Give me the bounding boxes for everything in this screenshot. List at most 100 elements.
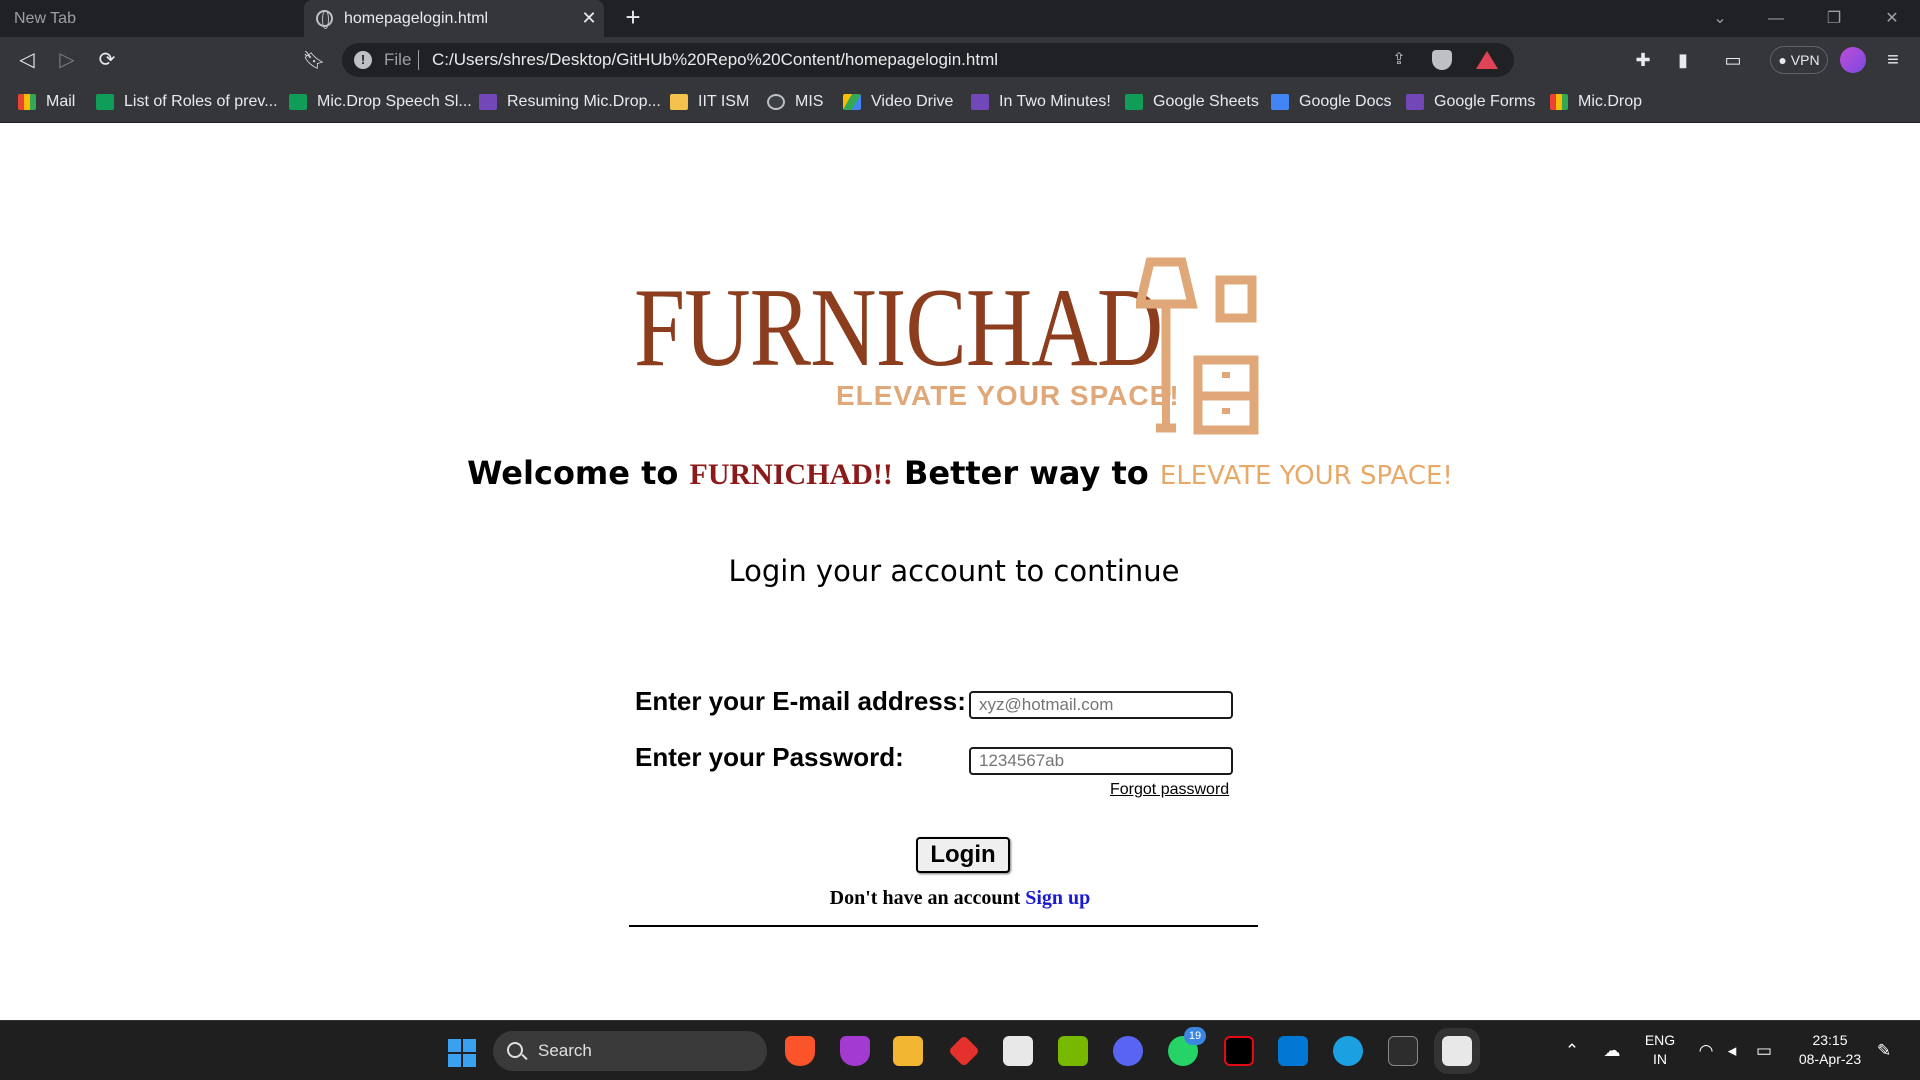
bookmark-micdrop[interactable]: Mic.Drop: [1550, 83, 1642, 121]
brave-beta-icon[interactable]: [840, 1036, 870, 1066]
bookmark-micdrop-speech[interactable]: Mic.Drop Speech Sl...: [289, 83, 472, 121]
battery-icon[interactable]: ▭: [1752, 1039, 1776, 1063]
bookmark-in-two-minutes[interactable]: In Two Minutes!: [971, 83, 1111, 121]
microsoft-store-icon[interactable]: [1003, 1036, 1033, 1066]
nvidia-icon[interactable]: [1058, 1036, 1088, 1066]
bookmark-label: Mic.Drop: [1578, 93, 1643, 110]
gmail-icon: [1550, 94, 1568, 110]
new-tab-button[interactable]: +: [620, 0, 646, 37]
profile-avatar[interactable]: [1840, 47, 1866, 73]
bookmark-label: List of Roles of prev...: [124, 93, 278, 110]
login-button[interactable]: Login: [916, 837, 1010, 873]
tab-title: homepagelogin.html: [344, 10, 489, 27]
password-label: Enter your Password:: [635, 742, 904, 772]
bookmark-list-of-roles[interactable]: List of Roles of prev...: [96, 83, 278, 121]
bookmark-mis[interactable]: MIS: [767, 83, 823, 121]
netflix-icon[interactable]: [1224, 1036, 1254, 1066]
whatsapp-badge: 19: [1184, 1027, 1206, 1045]
sheets-icon: [96, 94, 114, 110]
email-label: Enter your E-mail address:: [635, 686, 966, 716]
signup-prompt: Don't have an account Sign up: [0, 887, 1920, 910]
discord-icon[interactable]: [1113, 1036, 1143, 1066]
notifications-icon[interactable]: ✎: [1872, 1039, 1896, 1063]
bookmark-label: In Two Minutes!: [999, 93, 1111, 110]
email-field[interactable]: [969, 691, 1233, 719]
terminal-icon[interactable]: [1388, 1036, 1418, 1066]
globe-icon: [767, 94, 785, 110]
search-label: Search: [538, 1041, 592, 1060]
vpn-button[interactable]: ● VPN: [1770, 46, 1828, 74]
bookmark-label: Google Docs: [1299, 93, 1392, 110]
input-language[interactable]: ENG IN: [1640, 1031, 1680, 1069]
wifi-icon[interactable]: ◠: [1694, 1039, 1718, 1063]
file-explorer-icon[interactable]: [893, 1036, 923, 1066]
docs-icon: [1271, 94, 1289, 110]
forms-icon: [971, 94, 989, 110]
tab-search-chevron-icon[interactable]: ⌄: [1700, 0, 1740, 37]
bookmark-label: Mic.Drop Speech Sl...: [317, 93, 472, 110]
wallet-icon[interactable]: ▭: [1718, 37, 1748, 83]
brave-shields-icon[interactable]: [1432, 50, 1452, 70]
site-info-icon[interactable]: !: [354, 51, 372, 69]
menu-icon[interactable]: ≡: [1880, 37, 1906, 83]
snipping-tool-icon[interactable]: [1434, 1028, 1480, 1074]
forgot-password-link[interactable]: Forgot password: [1110, 781, 1229, 799]
bookmark-video-drive[interactable]: Video Drive: [843, 83, 953, 121]
forms-icon: [1406, 94, 1424, 110]
back-button[interactable]: ◁: [10, 37, 44, 83]
bookmark-icon[interactable]: 🔖︎: [300, 37, 328, 83]
forms-icon: [479, 94, 497, 110]
sidebar-icon[interactable]: ▮: [1668, 37, 1698, 83]
close-tab-icon[interactable]: ✕: [578, 0, 600, 37]
share-icon[interactable]: ⇪: [1386, 43, 1412, 77]
welcome-middle: Better way to: [892, 454, 1160, 492]
signup-link[interactable]: Sign up: [1025, 887, 1090, 909]
taskbar-search[interactable]: Search: [493, 1031, 767, 1071]
address-bar[interactable]: ! File C:/Users/shres/Desktop/GitHUb%20R…: [342, 43, 1514, 77]
taskbar: Search 19 ⌃ ☁ ENG IN ◠ ◂ ▭ 23:15 08-Apr-…: [0, 1020, 1920, 1080]
onedrive-icon[interactable]: ☁: [1600, 1039, 1624, 1063]
logo-wordmark: FURNICHAD: [634, 266, 1163, 390]
furniture-logo-icon: [1136, 257, 1259, 435]
restore-button[interactable]: ❐: [1814, 0, 1854, 37]
login-heading: Login your account to continue: [728, 554, 1180, 588]
bookmark-google-sheets[interactable]: Google Sheets: [1125, 83, 1259, 121]
volume-icon[interactable]: ◂: [1720, 1039, 1744, 1063]
tab-new-tab[interactable]: New Tab: [0, 0, 304, 37]
folder-icon: [670, 94, 688, 110]
minimize-button[interactable]: —: [1756, 0, 1796, 37]
password-field[interactable]: [969, 747, 1233, 775]
url-separator: [418, 50, 419, 70]
bookmark-label: Google Sheets: [1153, 93, 1259, 110]
sheets-icon: [1125, 94, 1143, 110]
edge-icon[interactable]: [1333, 1036, 1363, 1066]
bookmark-google-docs[interactable]: Google Docs: [1271, 83, 1392, 121]
search-icon: [507, 1042, 523, 1058]
globe-icon: [316, 10, 333, 29]
bookmark-label: Google Forms: [1434, 93, 1536, 110]
reload-button[interactable]: ⟳: [90, 37, 124, 83]
bookmark-iit-ism[interactable]: IIT ISM: [670, 83, 749, 121]
bookmark-label: Resuming Mic.Drop...: [507, 93, 661, 110]
windows-start-icon[interactable]: [448, 1039, 476, 1067]
tray-overflow-chevron-icon[interactable]: ⌃: [1560, 1039, 1584, 1063]
bookmark-label: Video Drive: [871, 93, 954, 110]
brave-icon[interactable]: [785, 1036, 815, 1066]
url-scheme: File: [384, 50, 412, 69]
language-label: ENG: [1644, 1032, 1676, 1048]
bookmark-google-forms[interactable]: Google Forms: [1406, 83, 1535, 121]
anydesk-icon[interactable]: [948, 1035, 980, 1067]
forward-button[interactable]: ▷: [50, 37, 84, 83]
bookmark-mail[interactable]: Mail: [18, 83, 75, 121]
extensions-icon[interactable]: ✚: [1628, 37, 1658, 83]
brave-rewards-icon[interactable]: [1476, 51, 1498, 69]
url-text[interactable]: C:/Users/shres/Desktop/GitHUb%20Repo%20C…: [432, 43, 998, 77]
close-window-button[interactable]: ✕: [1872, 0, 1912, 37]
clock[interactable]: 23:15 08-Apr-23: [1790, 1031, 1870, 1069]
tab-homepagelogin[interactable]: homepagelogin.html: [304, 0, 604, 37]
bookmark-resuming-micdrop[interactable]: Resuming Mic.Drop...: [479, 83, 661, 121]
divider: [629, 925, 1258, 927]
vscode-icon[interactable]: [1278, 1036, 1308, 1066]
signup-prompt-text: Don't have an account: [829, 887, 1026, 909]
vpn-label: VPN: [1790, 52, 1820, 68]
